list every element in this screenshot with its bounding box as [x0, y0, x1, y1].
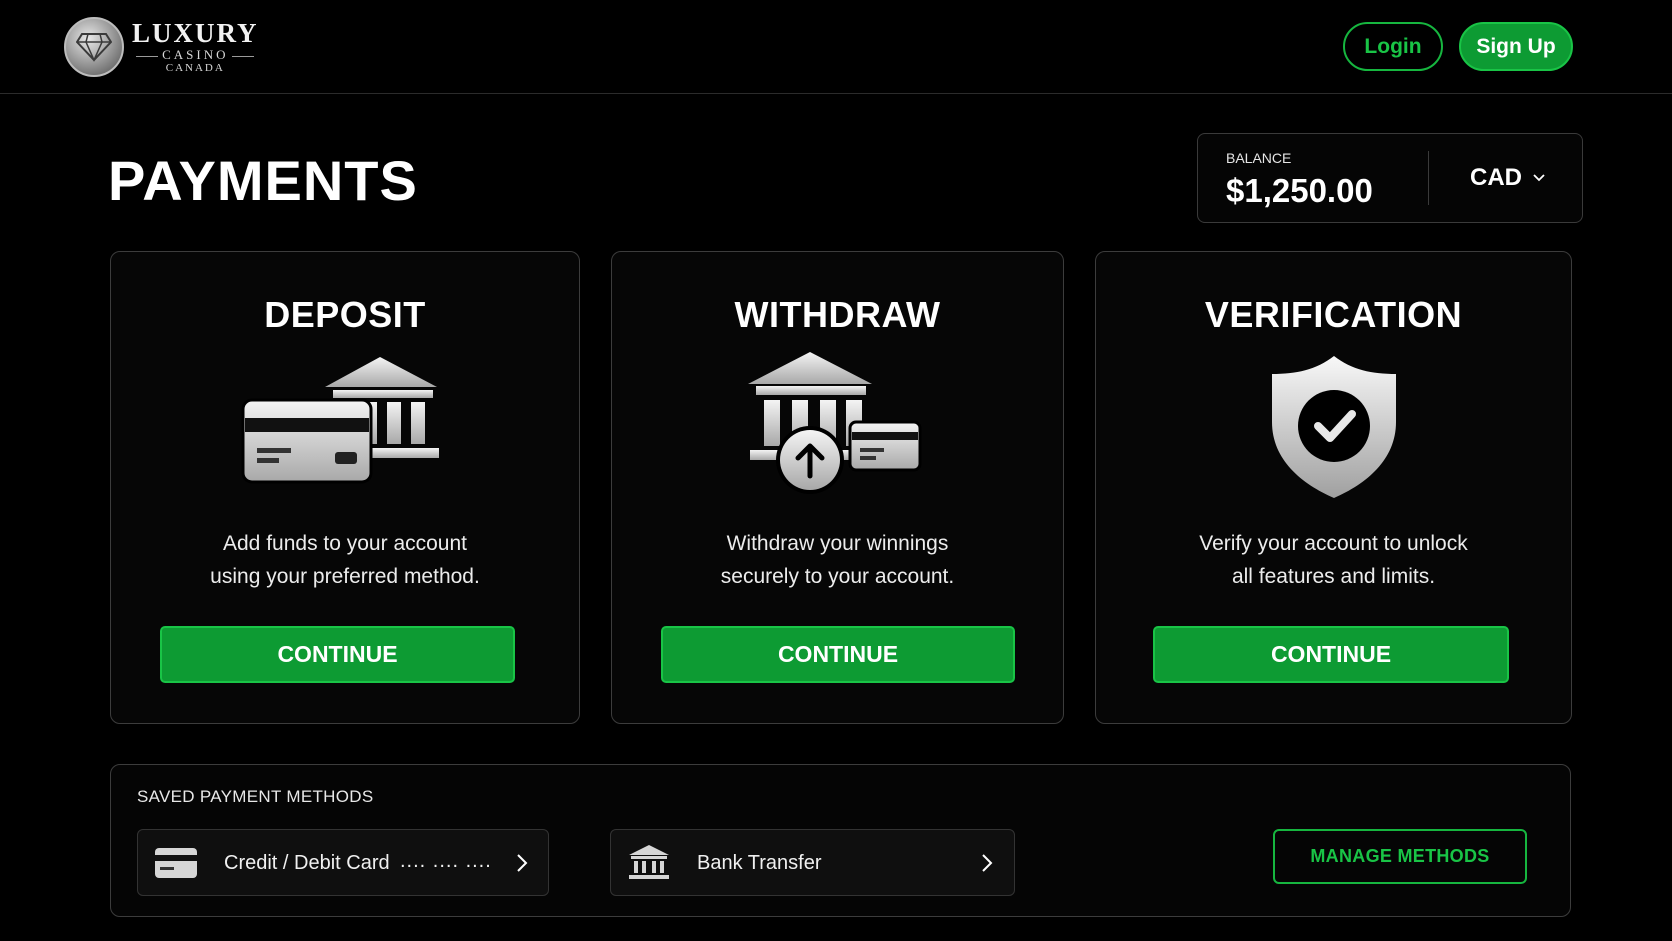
card-method-label: Credit / Debit Card: [224, 852, 390, 874]
brand-line3: CANADA: [165, 62, 225, 74]
deposit-title: DEPOSIT: [264, 294, 426, 335]
withdraw-desc-line2: securely to your account.: [720, 565, 955, 588]
chevron-right-icon: [982, 854, 993, 872]
credit-card-icon: [155, 848, 197, 878]
deposit-continue-button[interactable]: CONTINUE: [160, 626, 515, 683]
card-bank-icon: [111, 352, 579, 512]
brand-logo[interactable]: LUXURY CASINO CANADA: [64, 17, 259, 77]
balance-label: BALANCE: [1226, 150, 1292, 166]
verification-description: Verify your account to unlock all featur…: [1116, 527, 1551, 593]
saved-method-bank[interactable]: Bank Transfer: [610, 829, 1015, 896]
verification-continue-button[interactable]: CONTINUE: [1153, 626, 1509, 683]
bank-method-label: Bank Transfer: [697, 852, 822, 874]
saved-methods-title: SAVED PAYMENT METHODS: [137, 787, 374, 806]
balance-amount: $1,250.00: [1226, 172, 1373, 209]
withdraw-continue-button[interactable]: CONTINUE: [661, 626, 1015, 683]
deposit-description: Add funds to your account using your pre…: [131, 527, 559, 593]
saved-method-card[interactable]: Credit / Debit Card .... .... ....: [137, 829, 549, 896]
balance-divider: [1428, 151, 1429, 205]
withdraw-desc-line1: Withdraw your winnings: [726, 532, 949, 555]
withdraw-card: WITHDRAW Withdraw your winnings securely…: [611, 251, 1064, 724]
balance-panel: BALANCE $1,250.00 CAD: [1197, 133, 1583, 223]
verification-desc-line2: all features and limits.: [1231, 565, 1436, 588]
currency-value: CAD: [1470, 164, 1522, 191]
login-button[interactable]: Login: [1343, 22, 1443, 71]
deposit-card: DEPOSIT Add funds to your account using …: [110, 251, 580, 724]
chevron-down-icon: [1533, 174, 1545, 182]
bank-withdraw-icon: [612, 352, 1063, 512]
verification-desc-line1: Verify your account to unlock: [1199, 532, 1468, 555]
currency-select[interactable]: CAD: [1470, 164, 1546, 192]
brand-line2-row: CASINO: [132, 47, 259, 62]
withdraw-description: Withdraw your winnings securely to your …: [632, 527, 1043, 593]
verification-card: VERIFICATION Verify your account to unlo…: [1095, 251, 1572, 724]
signup-button[interactable]: Sign Up: [1459, 22, 1573, 71]
page-title: PAYMENTS: [108, 149, 418, 212]
deposit-desc-line1: Add funds to your account: [223, 532, 467, 555]
bank-icon: [629, 845, 669, 879]
deposit-desc-line2: using your preferred method.: [210, 565, 480, 588]
withdraw-title: WITHDRAW: [734, 294, 941, 335]
chevron-right-icon: [517, 854, 528, 872]
verification-title: VERIFICATION: [1204, 294, 1463, 335]
brand-line1: LUXURY: [132, 18, 259, 48]
card-masked-number: .... .... ....: [400, 850, 492, 872]
diamond-icon: [64, 17, 124, 77]
saved-payment-methods-panel: SAVED PAYMENT METHODS Credit / Debit Car…: [110, 764, 1571, 917]
brand-wordmark: LUXURY CASINO CANADA: [132, 19, 259, 75]
shield-check-icon: [1096, 352, 1571, 512]
brand-line2: CASINO: [162, 47, 229, 62]
top-header: LUXURY CASINO CANADA Login Sign Up: [0, 0, 1672, 94]
manage-methods-button[interactable]: MANAGE METHODS: [1273, 829, 1527, 884]
